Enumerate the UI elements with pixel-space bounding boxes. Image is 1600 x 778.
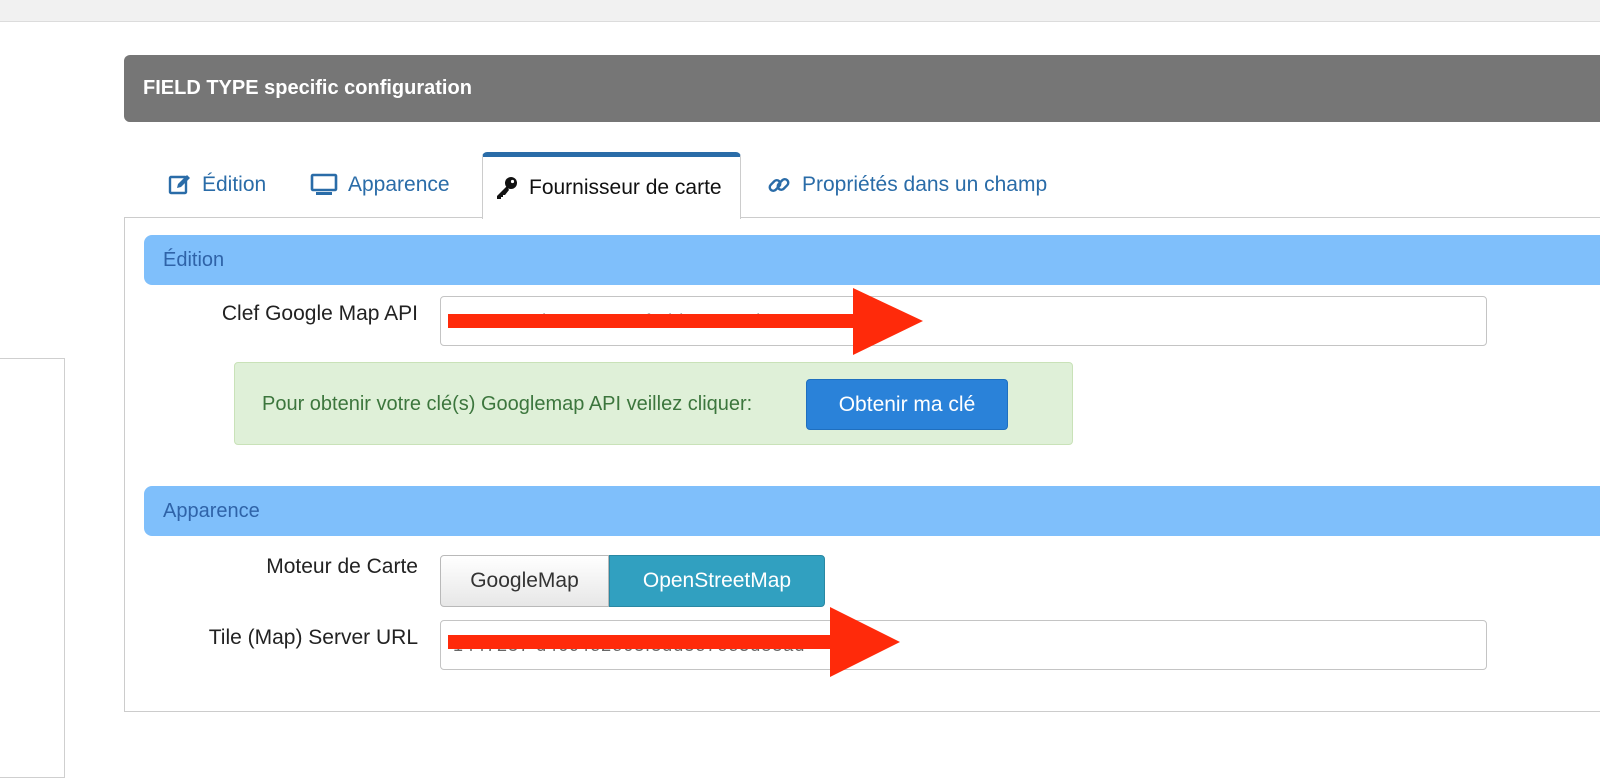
api-key-input[interactable]: 1447237 d46c4e2e63f3dd3e7ee5d83 [440, 296, 1487, 346]
api-key-label: Clef Google Map API [221, 302, 418, 325]
info-alert: Pour obtenir votre clé(s) Googlemap API … [234, 362, 1073, 445]
tile-server-value: 1447237 d46c4e2e63f3dd3e7ee5d83ad [453, 635, 806, 655]
googlemap-option[interactable]: GoogleMap [440, 555, 609, 607]
get-key-button[interactable]: Obtenir ma clé [806, 379, 1008, 430]
tab-edition[interactable]: Édition [158, 152, 276, 218]
tab-bar: Édition Apparence Fournisseur de carte P… [124, 152, 1600, 219]
edit-icon [168, 173, 192, 197]
tab-label: Apparence [348, 173, 450, 196]
link-icon [766, 172, 792, 198]
section-title: Édition [163, 249, 225, 271]
section-title: Apparence [163, 500, 260, 522]
tab-fournisseur-de-carte[interactable]: Fournisseur de carte [482, 152, 741, 219]
monitor-icon [310, 173, 338, 197]
tile-server-input[interactable]: 1447237 d46c4e2e63f3dd3e7ee5d83ad [440, 620, 1487, 670]
map-engine-label: Moteur de Carte [266, 555, 418, 578]
section-header-edition: Édition [144, 235, 1600, 285]
tab-proprietes-dans-un-champ[interactable]: Propriétés dans un champ [756, 152, 1057, 218]
tab-apparence[interactable]: Apparence [300, 152, 460, 218]
top-bar [0, 0, 1600, 22]
map-engine-toggle: GoogleMap OpenStreetMap [440, 555, 825, 607]
api-key-value: 1447237 d46c4e2e63f3dd3e7ee5d83 [453, 311, 784, 331]
tile-server-label: Tile (Map) Server URL [208, 626, 418, 649]
panel-header: FIELD TYPE specific configuration [124, 55, 1600, 122]
info-text: Pour obtenir votre clé(s) Googlemap API … [262, 393, 753, 415]
panel-title: FIELD TYPE specific configuration [143, 77, 472, 99]
openstreetmap-option[interactable]: OpenStreetMap [609, 555, 825, 607]
left-frame-edge [0, 358, 65, 778]
tab-label: Propriétés dans un champ [802, 173, 1048, 196]
tab-label: Fournisseur de carte [529, 176, 722, 199]
tab-label: Édition [202, 173, 267, 196]
section-header-apparence: Apparence [144, 486, 1600, 536]
key-icon [495, 176, 519, 200]
